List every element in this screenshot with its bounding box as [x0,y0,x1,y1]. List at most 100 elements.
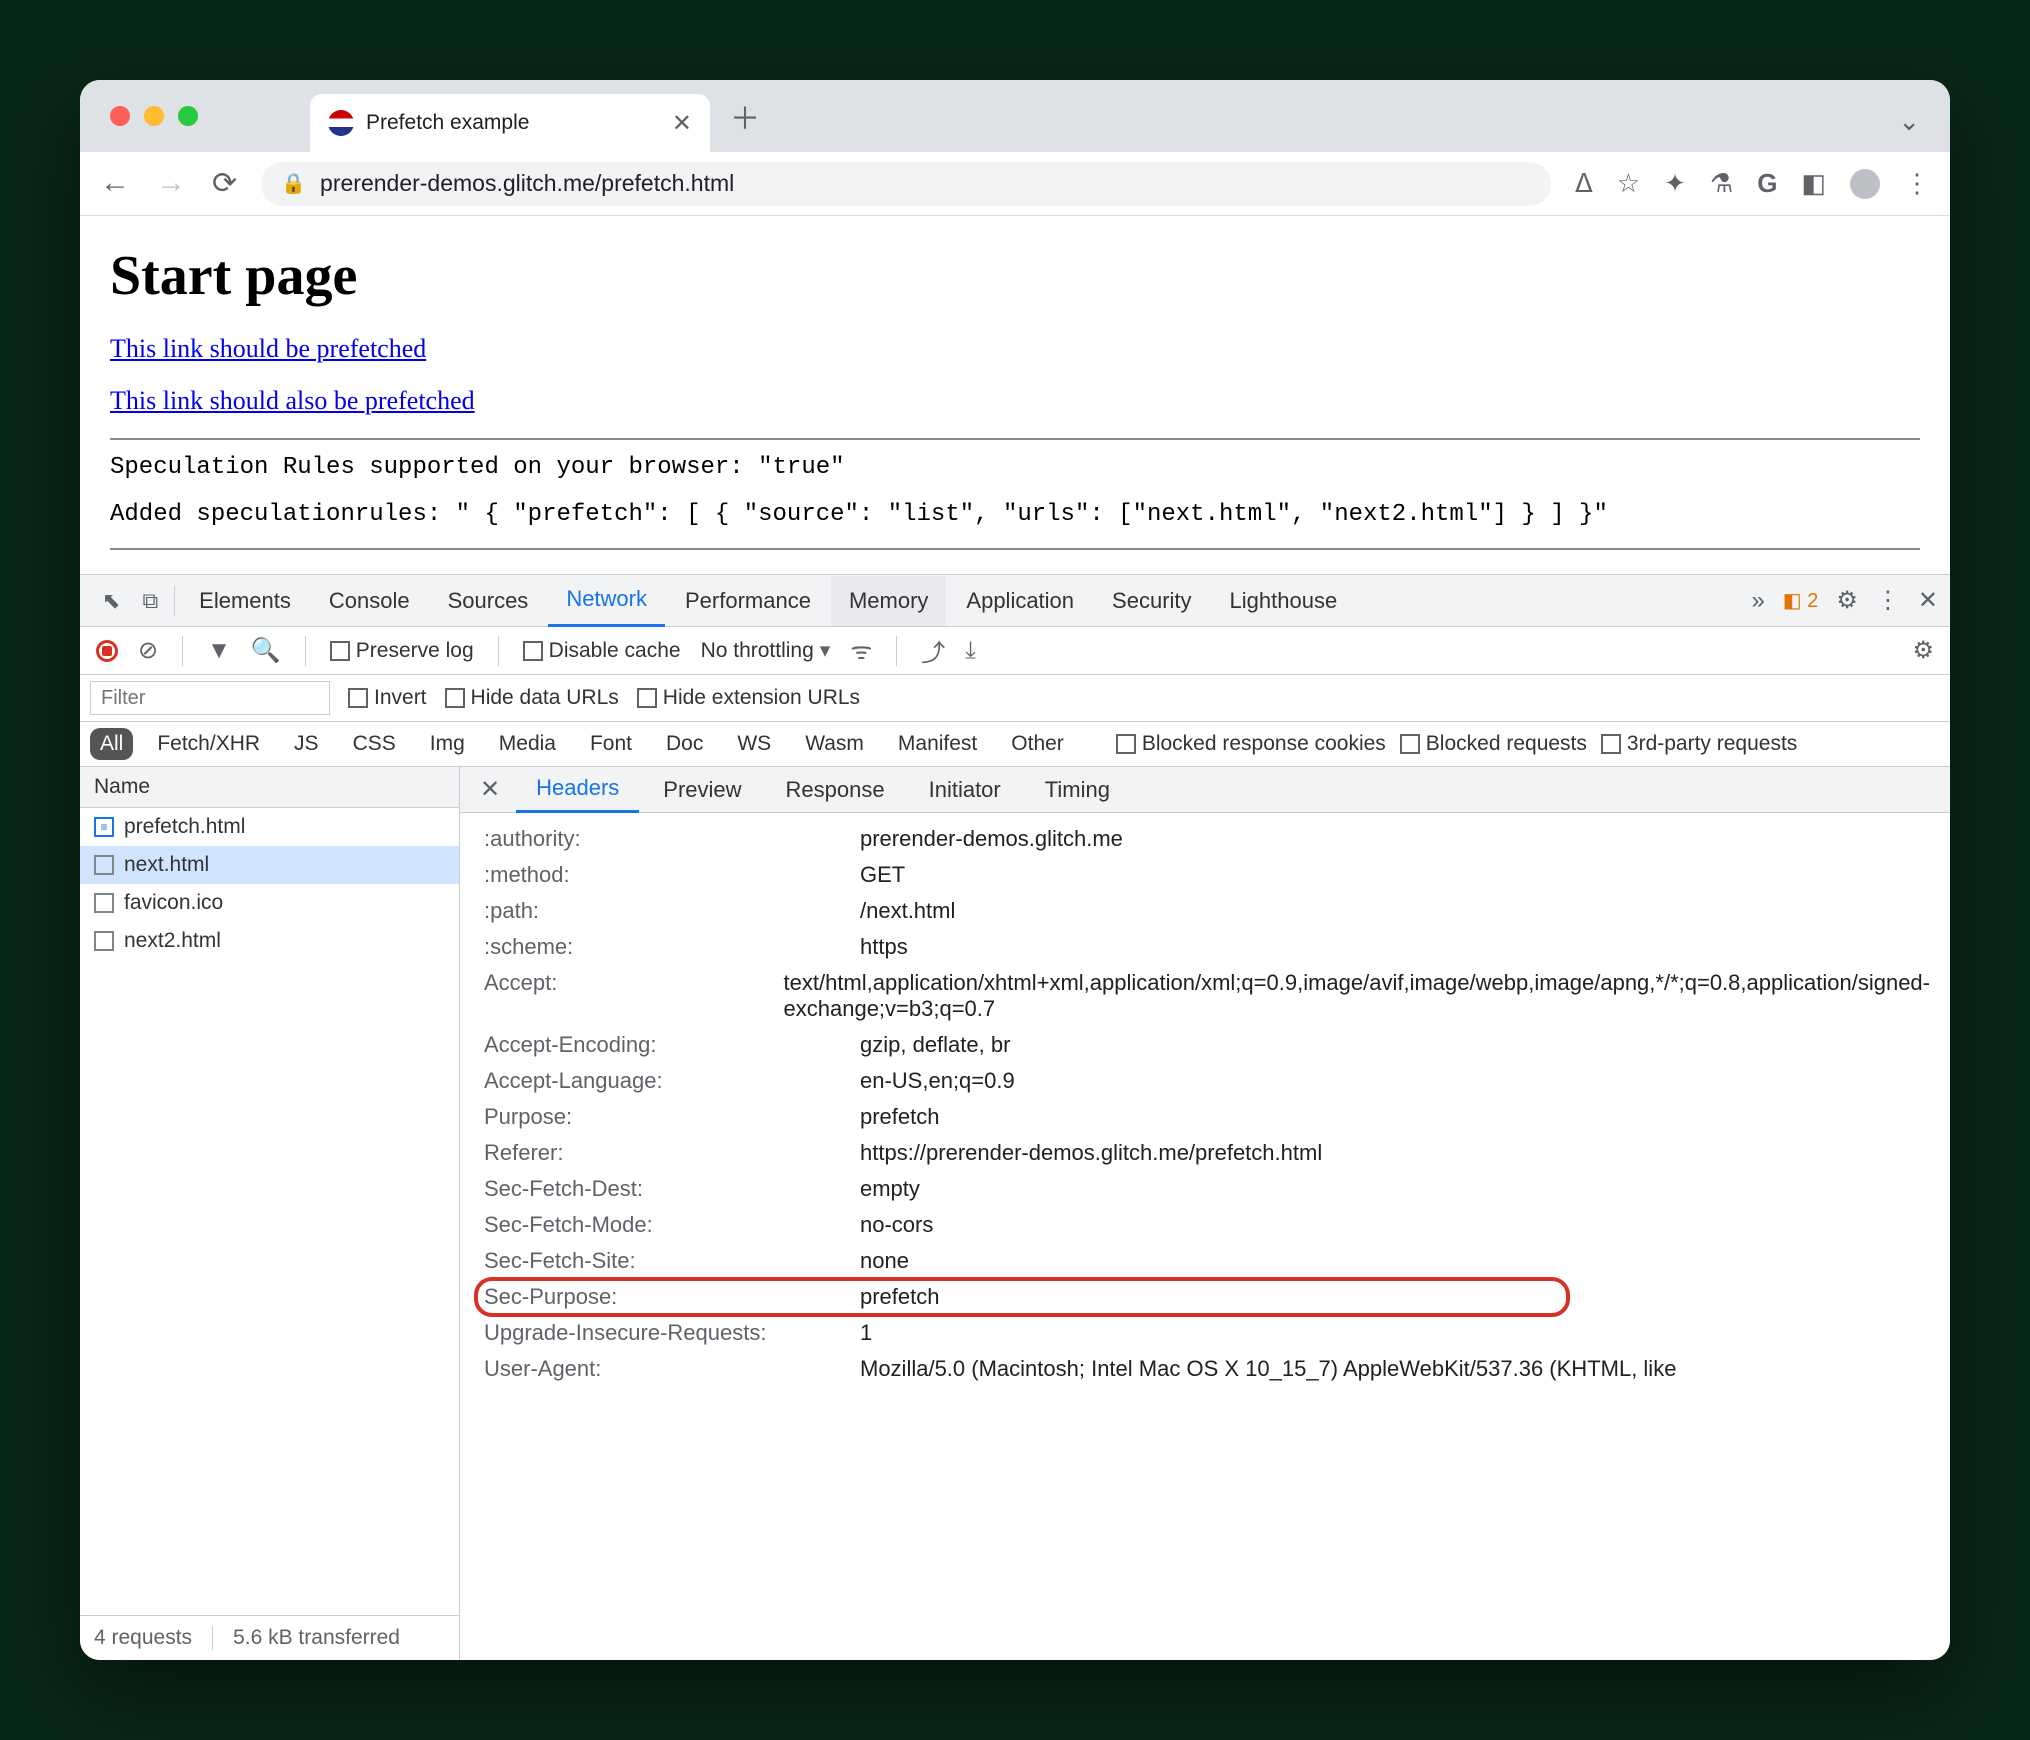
device-mode-icon[interactable]: ⧉ [132,588,168,614]
network-conditions-icon[interactable]: ᯤ [850,634,872,667]
minimize-window-icon[interactable] [144,106,164,126]
maximize-window-icon[interactable] [178,106,198,126]
hide-data-urls-checkbox[interactable]: Hide data URLs [445,686,619,710]
clear-button[interactable]: ⊘ [138,636,158,665]
request-row[interactable]: prefetch.html [80,808,459,846]
tab-title: Prefetch example [366,111,660,135]
back-button[interactable]: ← [100,166,130,201]
search-icon[interactable]: 🔍 [251,636,281,665]
new-tab-button[interactable]: ＋ [730,94,760,138]
close-details-icon[interactable]: ✕ [468,775,512,804]
import-har-icon[interactable]: ⤴ [921,633,945,668]
forward-button[interactable]: → [156,166,186,201]
blocked-cookies-checkbox[interactable]: Blocked response cookies [1116,732,1386,756]
type-filter-other[interactable]: Other [1001,728,1074,760]
type-filter-fetchxhr[interactable]: Fetch/XHR [147,728,270,760]
prefetch-link-2[interactable]: This link should also be prefetched [110,386,1920,416]
type-filter-manifest[interactable]: Manifest [888,728,987,760]
filter-toggle-icon[interactable]: ▼ [207,637,231,665]
header-value: https://prerender-demos.glitch.me/prefet… [860,1140,1950,1166]
type-filter-media[interactable]: Media [489,728,566,760]
type-filter-css[interactable]: CSS [343,728,406,760]
type-filter-img[interactable]: Img [420,728,475,760]
disable-cache-checkbox[interactable]: Disable cache [523,639,681,663]
detail-tab-initiator[interactable]: Initiator [909,768,1021,812]
detail-tab-timing[interactable]: Timing [1025,768,1130,812]
network-settings-icon[interactable]: ⚙ [1912,636,1934,665]
labs-icon[interactable]: ⚗ [1710,168,1733,199]
reload-button[interactable]: ⟳ [212,166,237,201]
menu-icon[interactable]: ⋮ [1904,168,1930,199]
request-name: next.html [124,853,209,877]
bookmark-icon[interactable]: ☆ [1617,168,1640,199]
warnings-badge[interactable]: ◧ 2 [1783,588,1819,613]
devtools-menu-icon[interactable]: ⋮ [1876,586,1900,615]
detail-tab-headers[interactable]: Headers [516,767,639,813]
more-panels-icon[interactable]: » [1751,587,1764,615]
third-party-checkbox[interactable]: 3rd-party requests [1601,732,1797,756]
request-row[interactable]: next.html [80,846,459,884]
devtools-tab-application[interactable]: Application [948,576,1092,626]
header-name: User-Agent: [460,1356,860,1382]
filter-bar: Invert Hide data URLs Hide extension URL… [80,675,1950,722]
name-column-header[interactable]: Name [80,767,459,808]
devtools: ⬉ ⧉ ElementsConsoleSourcesNetworkPerform… [80,574,1950,1660]
devtools-tab-console[interactable]: Console [311,576,428,626]
type-filter-ws[interactable]: WS [727,728,781,760]
header-value: prefetch [860,1284,1950,1310]
network-toolbar: ⊘ ▼ 🔍 Preserve log Disable cache No thro… [80,627,1950,675]
request-name: next2.html [124,929,221,953]
header-name: Sec-Purpose: [460,1284,860,1310]
header-value: empty [860,1176,1950,1202]
header-row: Purpose:prefetch [460,1099,1950,1135]
omnibox[interactable]: 🔒 prerender-demos.glitch.me/prefetch.htm… [261,162,1551,206]
prefetch-link-1[interactable]: This link should be prefetched [110,334,1920,364]
blocked-requests-checkbox[interactable]: Blocked requests [1400,732,1587,756]
type-filter-doc[interactable]: Doc [656,728,713,760]
extensions-icon[interactable]: ✦ [1664,168,1686,199]
devtools-tab-network[interactable]: Network [548,574,665,627]
header-row: Sec-Purpose:prefetch [460,1279,1950,1315]
headers-table[interactable]: :authority:prerender-demos.glitch.me:met… [460,813,1950,1660]
profile-avatar[interactable] [1850,169,1880,199]
sidepanel-icon[interactable]: ◧ [1801,168,1826,199]
header-value: https [860,934,1950,960]
tab-overflow-icon[interactable]: ⌄ [1898,106,1920,137]
type-filter-font[interactable]: Font [580,728,642,760]
extension-icons: ᐃ ☆ ✦ ⚗ G ◧ ⋮ [1575,168,1930,199]
devtools-tab-security[interactable]: Security [1094,576,1209,626]
record-button[interactable] [96,640,118,662]
devtools-tab-lighthouse[interactable]: Lighthouse [1212,576,1356,626]
export-har-icon[interactable]: ⤓ [965,637,976,665]
requests-count: 4 requests [94,1626,192,1650]
header-name: Referer: [460,1140,860,1166]
browser-tab[interactable]: Prefetch example ✕ [310,94,710,152]
devtools-tab-memory[interactable]: Memory [831,576,946,626]
devtools-tab-sources[interactable]: Sources [430,576,547,626]
request-row[interactable]: favicon.ico [80,884,459,922]
detail-tab-response[interactable]: Response [766,768,905,812]
header-name: Purpose: [460,1104,860,1130]
preserve-log-checkbox[interactable]: Preserve log [330,639,474,663]
detail-tab-preview[interactable]: Preview [643,768,761,812]
hide-extension-urls-checkbox[interactable]: Hide extension URLs [637,686,860,710]
close-tab-icon[interactable]: ✕ [672,109,692,138]
request-row[interactable]: next2.html [80,922,459,960]
throttling-dropdown[interactable]: No throttling [701,638,831,663]
lock-icon[interactable]: 🔒 [281,171,306,196]
close-window-icon[interactable] [110,106,130,126]
share-icon[interactable]: ᐃ [1575,168,1593,199]
inspect-icon[interactable]: ⬉ [92,588,130,614]
type-filter-wasm[interactable]: Wasm [795,728,874,760]
devtools-tab-elements[interactable]: Elements [181,576,309,626]
window-controls [110,106,198,126]
devtools-tab-performance[interactable]: Performance [667,576,829,626]
settings-icon[interactable]: ⚙ [1836,586,1858,615]
invert-checkbox[interactable]: Invert [348,686,427,710]
type-filter-all[interactable]: All [90,728,133,760]
filter-input[interactable] [90,681,330,715]
type-filter-js[interactable]: JS [284,728,329,760]
google-icon[interactable]: G [1757,168,1777,199]
close-devtools-icon[interactable]: ✕ [1918,586,1938,615]
header-row: Accept-Language:en-US,en;q=0.9 [460,1063,1950,1099]
